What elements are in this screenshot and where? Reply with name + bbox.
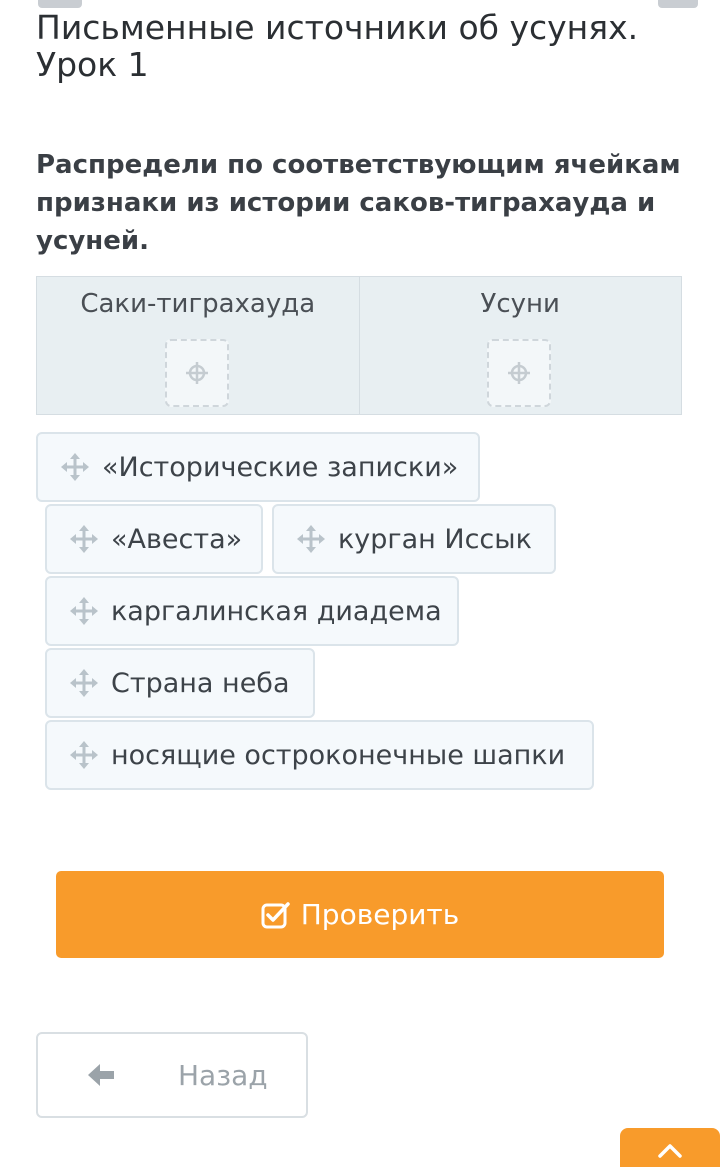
draggable-option[interactable]: Страна неба xyxy=(45,648,315,718)
chevron-up-icon xyxy=(658,1144,682,1158)
move-icon xyxy=(67,666,101,700)
scroll-up-button[interactable] xyxy=(620,1128,720,1167)
move-icon xyxy=(294,522,328,556)
column-header: Усуни xyxy=(480,289,560,319)
option-label: «Авеста» xyxy=(111,523,243,555)
option-label: «Исторические записки» xyxy=(102,451,459,483)
move-icon xyxy=(67,594,101,628)
top-bar-decoration xyxy=(38,0,82,8)
drop-zone[interactable] xyxy=(487,339,552,407)
draggable-option[interactable]: носящие остроконечные шапки xyxy=(45,720,594,790)
column-usuni: Усуни xyxy=(358,277,682,414)
option-label: носящие остроконечные шапки xyxy=(111,739,566,771)
column-header: Саки-тиграхауда xyxy=(80,289,316,319)
back-button[interactable]: Назад xyxy=(36,1032,308,1118)
check-button-label: Проверить xyxy=(300,898,460,931)
draggable-option[interactable]: «Авеста» xyxy=(45,504,263,574)
move-icon xyxy=(67,522,101,556)
checkbox-check-icon xyxy=(261,901,290,928)
option-label: Страна неба xyxy=(111,667,290,699)
crosshair-icon xyxy=(185,362,208,384)
drop-zone[interactable] xyxy=(164,339,229,407)
draggable-option[interactable]: «Исторические записки» xyxy=(36,432,480,502)
move-icon xyxy=(67,738,101,772)
crosshair-icon xyxy=(508,362,531,384)
arrow-left-icon xyxy=(88,1064,114,1086)
draggable-option[interactable]: каргалинская диадема xyxy=(45,576,459,646)
option-label: каргалинская диадема xyxy=(111,595,442,627)
move-icon xyxy=(58,450,92,484)
lesson-title: Письменные источники об усунях. Урок 1 xyxy=(36,8,639,84)
top-bar-decoration xyxy=(658,0,698,8)
option-label: курган Иссык xyxy=(338,523,532,555)
task-instruction: Распредели по соответствующим ячейкам пр… xyxy=(36,150,681,256)
sorting-table: Саки-тиграхауда Усуни xyxy=(36,276,682,415)
check-button[interactable]: Проверить xyxy=(56,871,664,958)
draggable-option[interactable]: курган Иссык xyxy=(272,504,556,574)
back-button-label: Назад xyxy=(178,1058,268,1092)
column-saki: Саки-тиграхауда xyxy=(37,277,359,414)
